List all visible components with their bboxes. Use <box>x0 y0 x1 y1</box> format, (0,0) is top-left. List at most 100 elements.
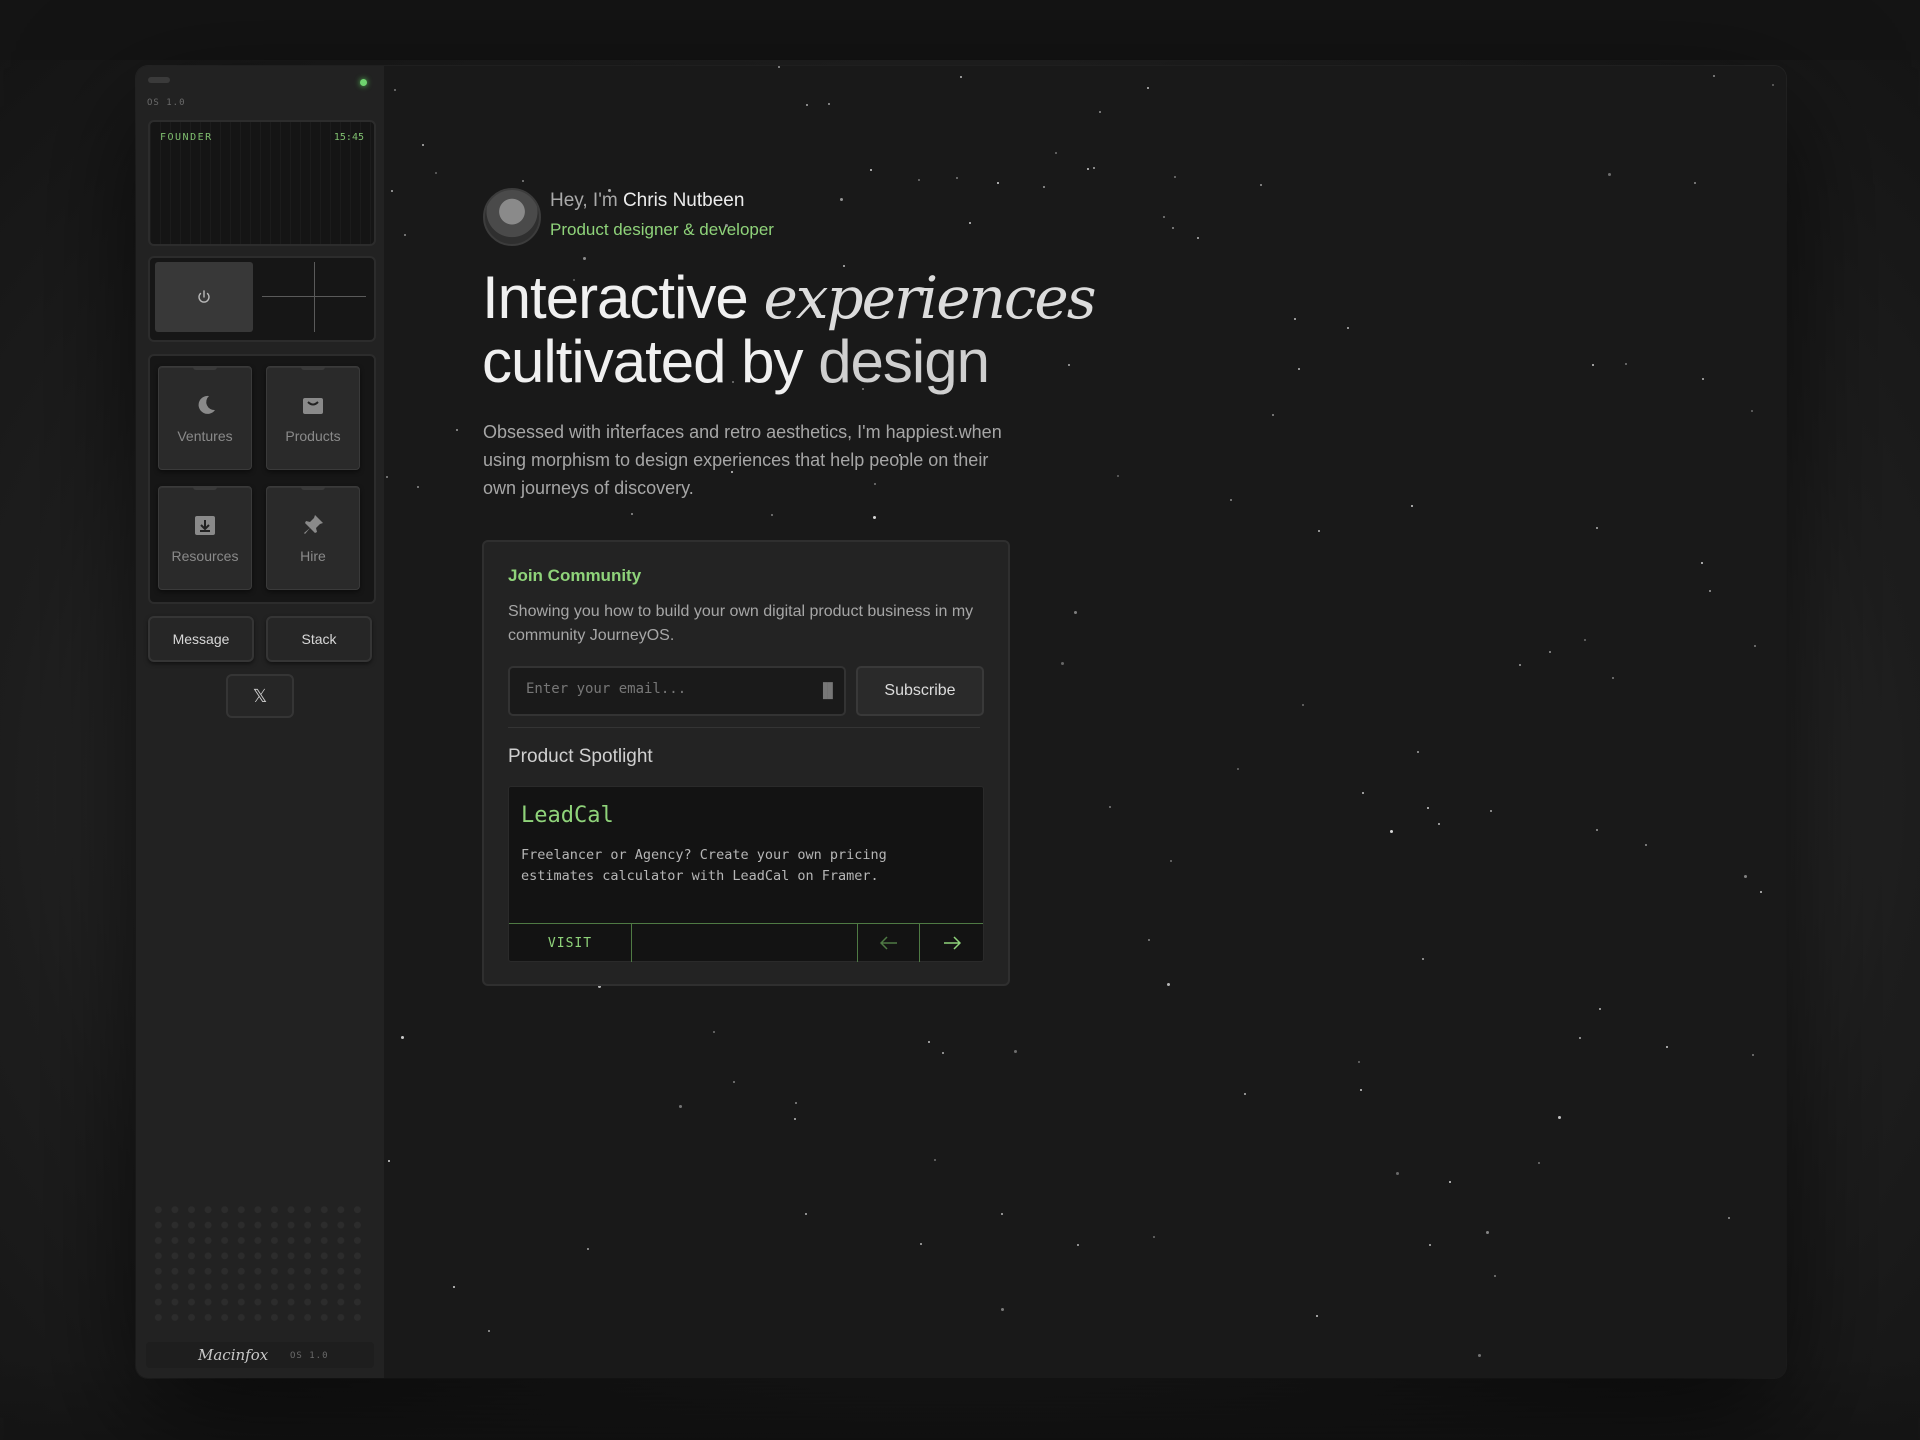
star <box>1316 1315 1318 1317</box>
divider <box>508 727 980 728</box>
star <box>873 516 876 519</box>
star <box>404 234 406 236</box>
star <box>1318 530 1320 532</box>
star <box>969 222 971 224</box>
star <box>1751 410 1753 412</box>
tile-notch <box>301 366 325 370</box>
star <box>1666 1046 1668 1048</box>
star <box>733 1081 735 1083</box>
mini-screen: FOUNDER 15:45 <box>148 120 376 246</box>
star <box>1596 527 1598 529</box>
os-version-label: OS 1.0 <box>147 98 186 108</box>
subscribe-button[interactable]: Subscribe <box>856 666 984 716</box>
star <box>1478 1354 1481 1357</box>
headline-part-1: Interactive <box>482 264 764 331</box>
tile-products[interactable]: Products <box>266 366 360 470</box>
star <box>587 1248 589 1250</box>
top-slot <box>148 77 170 83</box>
star <box>1752 1054 1754 1056</box>
star <box>1099 111 1101 113</box>
star <box>1579 1037 1581 1039</box>
product-spotlight: LeadCal Freelancer or Agency? Create you… <box>508 786 984 962</box>
star <box>997 182 999 184</box>
star <box>1358 1061 1360 1063</box>
star <box>1014 1050 1017 1053</box>
visit-button[interactable]: VISIT <box>509 924 632 962</box>
main-content: Hey, I'm Chris Nutbeen Product designer … <box>384 66 1786 1378</box>
star <box>1645 844 1647 846</box>
star <box>920 1243 922 1245</box>
crosshair-pad[interactable] <box>262 262 366 332</box>
message-button[interactable]: Message <box>148 616 254 662</box>
star <box>1362 792 1364 794</box>
star <box>806 104 808 106</box>
status-led <box>360 79 367 86</box>
star <box>401 1036 404 1039</box>
power-panel <box>148 256 376 342</box>
power-button[interactable] <box>155 262 253 332</box>
power-icon <box>198 290 210 303</box>
star <box>631 513 633 515</box>
star <box>1170 860 1172 862</box>
star <box>1422 958 1424 960</box>
nav-tiles: Ventures Products Resources Hire <box>148 354 376 604</box>
screen-label: FOUNDER <box>160 132 213 143</box>
star <box>840 198 843 201</box>
star <box>1174 176 1176 178</box>
star <box>795 1102 797 1104</box>
star <box>1490 810 1492 812</box>
star <box>934 1159 936 1161</box>
greeting: Hey, I'm Chris Nutbeen <box>550 190 744 212</box>
product-description: Freelancer or Agency? Create your own pr… <box>521 847 887 884</box>
next-button[interactable] <box>919 924 984 962</box>
avatar <box>483 188 541 246</box>
brand-version: OS 1.0 <box>290 1351 329 1361</box>
arrow-right-icon <box>944 936 961 950</box>
star <box>1608 173 1611 176</box>
hero-description: Obsessed with interfaces and retro aesth… <box>483 422 1002 498</box>
star <box>1429 1244 1431 1246</box>
tile-label: Hire <box>300 548 326 564</box>
star <box>583 257 586 260</box>
star <box>1694 182 1696 184</box>
star <box>1427 807 1429 809</box>
email-field[interactable] <box>524 680 808 698</box>
star <box>828 103 830 105</box>
join-title: Join Community <box>508 566 642 585</box>
star <box>1087 168 1089 170</box>
star <box>1584 639 1586 641</box>
star <box>1230 499 1232 501</box>
star <box>386 476 388 478</box>
prev-button[interactable] <box>857 924 920 962</box>
star <box>488 1330 490 1332</box>
star <box>1197 237 1199 239</box>
speaker-grille <box>150 1202 370 1322</box>
star <box>778 66 780 68</box>
tile-ventures[interactable]: Ventures <box>158 366 252 470</box>
bag-icon <box>300 392 326 418</box>
star <box>1549 651 1551 653</box>
star <box>1172 227 1174 229</box>
star <box>679 1105 682 1108</box>
star <box>1360 1089 1362 1091</box>
star <box>417 486 419 488</box>
moon-icon <box>192 392 218 418</box>
star <box>928 1041 930 1043</box>
spotlight-title: Product Spotlight <box>508 746 653 767</box>
star <box>1148 939 1150 941</box>
tile-resources[interactable]: Resources <box>158 486 252 590</box>
arrow-left-icon <box>880 936 897 950</box>
tile-notch <box>193 366 217 370</box>
star <box>1147 87 1149 89</box>
star <box>1294 318 1296 320</box>
greeting-prefix: Hey, I'm <box>550 190 623 211</box>
stack-button[interactable]: Stack <box>266 616 372 662</box>
email-field-wrap: ▐▌ <box>508 666 846 716</box>
x-social-button[interactable]: 𝕏 <box>226 674 294 718</box>
tile-hire[interactable]: Hire <box>266 486 360 590</box>
star <box>713 1031 715 1033</box>
star <box>1260 184 1262 186</box>
star <box>956 177 958 179</box>
star <box>1237 768 1239 770</box>
star <box>522 180 524 182</box>
